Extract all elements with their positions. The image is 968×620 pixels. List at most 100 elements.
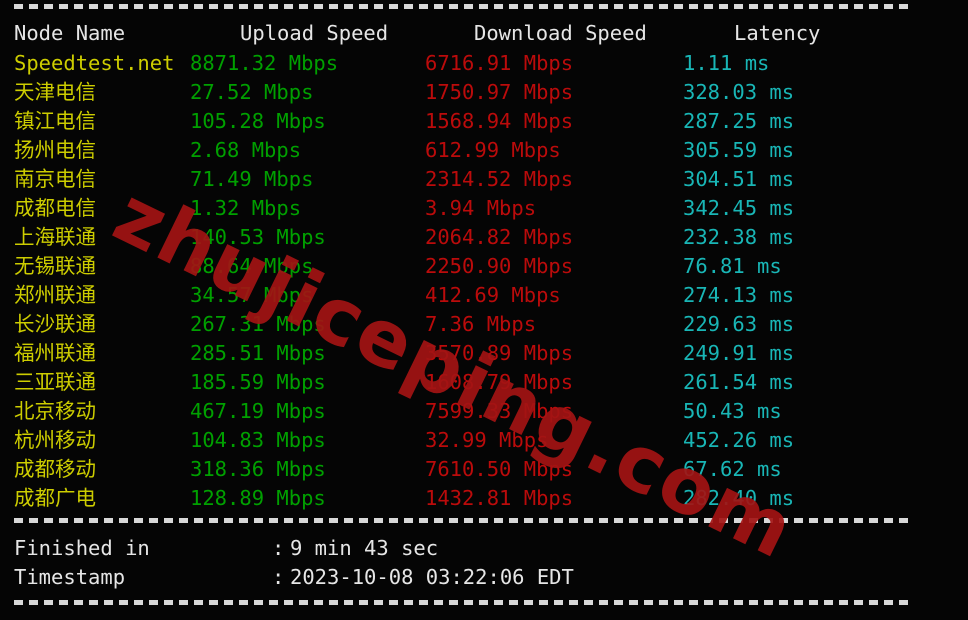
node-name-cell: Speedtest.net xyxy=(14,51,175,75)
speedtest-results-table: Node Name Upload Speed Download Speed La… xyxy=(0,18,968,513)
column-header-latency: Latency xyxy=(734,21,821,45)
summary-section: Finished in:9 min 43 sec Timestamp:2023-1… xyxy=(0,534,968,592)
table-row: 郑州联通 34.57 Mbps 412.69 Mbps 274.13 ms xyxy=(0,281,968,310)
summary-label: Timestamp xyxy=(14,565,126,589)
node-name-cell: 成都广电 xyxy=(14,486,96,510)
latency-cell: 274.13 ms xyxy=(683,283,795,307)
table-row: 福州联通 285.51 Mbps 3570.89 Mbps 249.91 ms xyxy=(0,339,968,368)
terminal-window: Node Name Upload Speed Download Speed La… xyxy=(0,0,968,620)
table-row: 成都移动 318.36 Mbps 7610.50 Mbps 67.62 ms xyxy=(0,455,968,484)
latency-cell: 305.59 ms xyxy=(683,138,795,162)
download-speed-cell: 7610.50 Mbps xyxy=(425,457,574,481)
summary-value: 2023-10-08 03:22:06 EDT xyxy=(290,565,574,589)
node-name-cell: 杭州移动 xyxy=(14,428,96,452)
table-row: 成都电信 1.32 Mbps 3.94 Mbps 342.45 ms xyxy=(0,194,968,223)
node-name-cell: 福州联通 xyxy=(14,341,96,365)
upload-speed-cell: 105.28 Mbps xyxy=(190,109,326,133)
upload-speed-cell: 128.89 Mbps xyxy=(190,486,326,510)
node-name-cell: 成都移动 xyxy=(14,457,96,481)
table-row: 无锡联通 88.64 Mbps 2250.90 Mbps 76.81 ms xyxy=(0,252,968,281)
download-speed-cell: 3570.89 Mbps xyxy=(425,341,574,365)
node-name-cell: 扬州电信 xyxy=(14,138,96,162)
node-name-cell: 成都电信 xyxy=(14,196,96,220)
upload-speed-cell: 88.64 Mbps xyxy=(190,254,314,278)
download-speed-cell: 2250.90 Mbps xyxy=(425,254,574,278)
table-row: 镇江电信 105.28 Mbps 1568.94 Mbps 287.25 ms xyxy=(0,107,968,136)
upload-speed-cell: 1.32 Mbps xyxy=(190,196,302,220)
table-row: 北京移动 467.19 Mbps 7599.33 Mbps 50.43 ms xyxy=(0,397,968,426)
summary-colon: : xyxy=(272,565,285,589)
upload-speed-cell: 34.57 Mbps xyxy=(190,283,314,307)
table-header-row: Node Name Upload Speed Download Speed La… xyxy=(0,18,968,49)
table-row: 扬州电信 2.68 Mbps 612.99 Mbps 305.59 ms xyxy=(0,136,968,165)
download-speed-cell: 1432.81 Mbps xyxy=(425,486,574,510)
upload-speed-cell: 140.53 Mbps xyxy=(190,225,326,249)
summary-row: Timestamp:2023-10-08 03:22:06 EDT xyxy=(0,563,968,592)
upload-speed-cell: 8871.32 Mbps xyxy=(190,51,339,75)
node-name-cell: 上海联通 xyxy=(14,225,96,249)
upload-speed-cell: 318.36 Mbps xyxy=(190,457,326,481)
download-speed-cell: 612.99 Mbps xyxy=(425,138,561,162)
table-row: 南京电信 71.49 Mbps 2314.52 Mbps 304.51 ms xyxy=(0,165,968,194)
upload-speed-cell: 27.52 Mbps xyxy=(190,80,314,104)
download-speed-cell: 7599.33 Mbps xyxy=(425,399,574,423)
upload-speed-cell: 71.49 Mbps xyxy=(190,167,314,191)
node-name-cell: 南京电信 xyxy=(14,167,96,191)
separator-top xyxy=(14,4,912,9)
node-name-cell: 郑州联通 xyxy=(14,283,96,307)
latency-cell: 452.26 ms xyxy=(683,428,795,452)
download-speed-cell: 6716.91 Mbps xyxy=(425,51,574,75)
latency-cell: 1.11 ms xyxy=(683,51,770,75)
table-row: 长沙联通 267.31 Mbps 7.36 Mbps 229.63 ms xyxy=(0,310,968,339)
download-speed-cell: 2064.82 Mbps xyxy=(425,225,574,249)
table-row: 天津电信 27.52 Mbps 1750.97 Mbps 328.03 ms xyxy=(0,78,968,107)
table-body: Speedtest.net 8871.32 Mbps 6716.91 Mbps 1.1… xyxy=(0,49,968,513)
latency-cell: 328.03 ms xyxy=(683,80,795,104)
latency-cell: 287.25 ms xyxy=(683,109,795,133)
node-name-cell: 天津电信 xyxy=(14,80,96,104)
column-header-download-speed: Download Speed xyxy=(474,21,647,45)
upload-speed-cell: 104.83 Mbps xyxy=(190,428,326,452)
node-name-cell: 无锡联通 xyxy=(14,254,96,278)
latency-cell: 50.43 ms xyxy=(683,399,782,423)
download-speed-cell: 1750.97 Mbps xyxy=(425,80,574,104)
upload-speed-cell: 267.31 Mbps xyxy=(190,312,326,336)
summary-label: Finished in xyxy=(14,536,150,560)
download-speed-cell: 1608.79 Mbps xyxy=(425,370,574,394)
latency-cell: 261.54 ms xyxy=(683,370,795,394)
latency-cell: 282.40 ms xyxy=(683,486,795,510)
table-row: 三亚联通 185.59 Mbps 1608.79 Mbps 261.54 ms xyxy=(0,368,968,397)
download-speed-cell: 1568.94 Mbps xyxy=(425,109,574,133)
upload-speed-cell: 285.51 Mbps xyxy=(190,341,326,365)
upload-speed-cell: 467.19 Mbps xyxy=(190,399,326,423)
latency-cell: 76.81 ms xyxy=(683,254,782,278)
column-header-node-name: Node Name xyxy=(14,21,126,45)
node-name-cell: 北京移动 xyxy=(14,399,96,423)
latency-cell: 304.51 ms xyxy=(683,167,795,191)
summary-value: 9 min 43 sec xyxy=(290,536,439,560)
download-speed-cell: 2314.52 Mbps xyxy=(425,167,574,191)
table-row: 成都广电 128.89 Mbps 1432.81 Mbps 282.40 ms xyxy=(0,484,968,513)
node-name-cell: 三亚联通 xyxy=(14,370,96,394)
table-row: 上海联通 140.53 Mbps 2064.82 Mbps 232.38 ms xyxy=(0,223,968,252)
latency-cell: 342.45 ms xyxy=(683,196,795,220)
table-row: Speedtest.net 8871.32 Mbps 6716.91 Mbps 1.1… xyxy=(0,49,968,78)
download-speed-cell: 7.36 Mbps xyxy=(425,312,537,336)
separator-bottom xyxy=(14,600,912,605)
latency-cell: 232.38 ms xyxy=(683,225,795,249)
upload-speed-cell: 185.59 Mbps xyxy=(190,370,326,394)
latency-cell: 229.63 ms xyxy=(683,312,795,336)
download-speed-cell: 3.94 Mbps xyxy=(425,196,537,220)
separator-middle xyxy=(14,518,912,523)
summary-row: Finished in:9 min 43 sec xyxy=(0,534,968,563)
column-header-upload-speed: Upload Speed xyxy=(240,21,389,45)
node-name-cell: 镇江电信 xyxy=(14,109,96,133)
node-name-cell: 长沙联通 xyxy=(14,312,96,336)
download-speed-cell: 412.69 Mbps xyxy=(425,283,561,307)
summary-colon: : xyxy=(272,536,285,560)
download-speed-cell: 32.99 Mbps xyxy=(425,428,549,452)
upload-speed-cell: 2.68 Mbps xyxy=(190,138,302,162)
latency-cell: 67.62 ms xyxy=(683,457,782,481)
table-row: 杭州移动 104.83 Mbps 32.99 Mbps 452.26 ms xyxy=(0,426,968,455)
latency-cell: 249.91 ms xyxy=(683,341,795,365)
